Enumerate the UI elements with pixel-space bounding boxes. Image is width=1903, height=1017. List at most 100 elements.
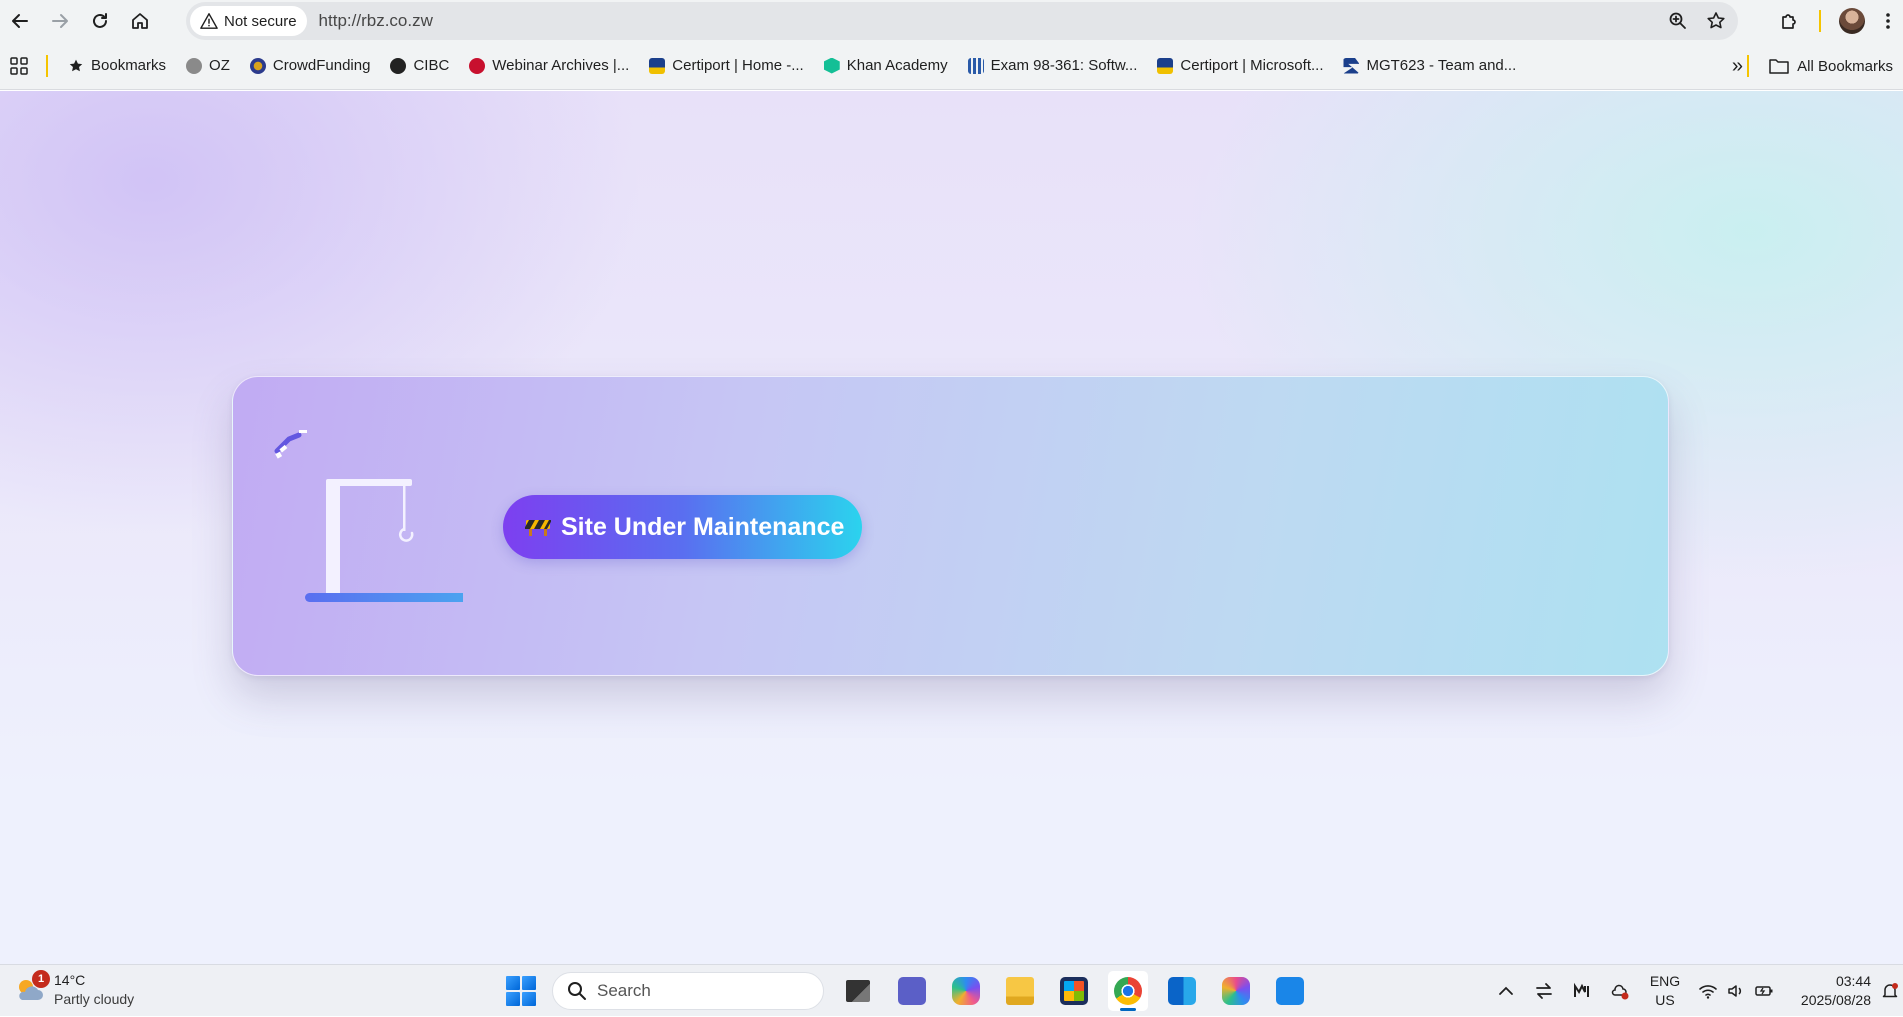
bookmark-item-exam-98-361[interactable]: Exam 98-361: Softw...: [958, 50, 1148, 82]
taskbar-app-chrome[interactable]: [1108, 971, 1148, 1011]
taskbar-app-copilot[interactable]: [946, 971, 986, 1011]
phone-link-icon: [1276, 977, 1304, 1005]
taskbar-app-outlook[interactable]: [1162, 971, 1202, 1011]
bookmark-item-oz[interactable]: OZ: [176, 50, 240, 82]
taskbar-app-phone-link[interactable]: [1270, 971, 1310, 1011]
notifications-button[interactable]: [1877, 982, 1903, 1000]
oz-favicon: [186, 57, 203, 74]
clock-date: 2025/08/28: [1800, 992, 1871, 1008]
maintenance-status-label: Site Under Maintenance: [561, 512, 845, 541]
back-arrow-icon: [12, 14, 28, 28]
reload-button[interactable]: [80, 1, 120, 41]
start-button[interactable]: [504, 974, 538, 1008]
sparkle-icon: [274, 430, 307, 459]
bookmark-item-crowdfunding[interactable]: CrowdFunding: [240, 50, 381, 82]
more-bookmarks-button[interactable]: »: [1732, 42, 1743, 90]
windows-logo-tile: [506, 992, 520, 1006]
forward-button[interactable]: [40, 1, 80, 41]
warning-icon: [200, 13, 218, 29]
weather-condition: Partly cloudy: [54, 991, 135, 1007]
outlook-icon: [1168, 977, 1196, 1005]
bookmark-item-khan-academy[interactable]: Khan Academy: [814, 50, 958, 82]
cloud-error-icon: [1611, 984, 1629, 1000]
bookmark-item-mgt623[interactable]: MGT623 - Team and...: [1333, 50, 1526, 82]
taskbar-app-teams[interactable]: [892, 971, 932, 1011]
language-label: ENG: [1649, 973, 1681, 989]
double-chevron-right-icon: »: [1731, 54, 1743, 77]
construction-barrier-icon: [525, 520, 551, 536]
clock-time: 03:44: [1835, 973, 1871, 989]
cibc-favicon: [390, 57, 407, 74]
weather-temperature: 14°C: [54, 972, 86, 988]
star-icon: [69, 59, 83, 71]
input-language-button[interactable]: ENG US: [1639, 972, 1691, 1010]
folder-icon: [1769, 59, 1789, 74]
show-hidden-icons-button[interactable]: [1487, 982, 1525, 1000]
copilot-icon: [952, 977, 980, 1005]
kebab-menu-icon: [1886, 13, 1890, 29]
mail-app-icon: [1574, 982, 1589, 997]
bookmark-label: Bookmarks: [91, 57, 167, 74]
taskbar-clock[interactable]: 03:44 2025/08/28: [1781, 972, 1871, 1010]
reload-icon: [93, 13, 107, 28]
m365-icon: [1222, 977, 1250, 1005]
certiport-favicon: [1157, 57, 1174, 74]
maintenance-card: Site Under Maintenance: [232, 376, 1669, 676]
address-bar[interactable]: Not secure http://rbz.co.zw: [186, 2, 1738, 40]
region-label: US: [1655, 992, 1675, 1008]
security-indicator[interactable]: Not secure: [190, 6, 307, 36]
khan-academy-favicon: [823, 57, 840, 74]
webinar-favicon: [469, 57, 486, 74]
tray-cloud-error-button[interactable]: [1601, 982, 1639, 1000]
profile-avatar[interactable]: [1839, 8, 1865, 34]
bookmark-label: Webinar Archives |...: [492, 57, 630, 74]
puzzle-icon: [1782, 14, 1796, 29]
quick-settings-button[interactable]: [1691, 982, 1781, 1000]
chrome-icon: [1114, 977, 1142, 1005]
bookmark-label: OZ: [209, 57, 230, 74]
bookmark-label: Certiport | Home -...: [672, 57, 804, 74]
zoom-icon[interactable]: [1668, 11, 1688, 31]
tray-transfer-icon-button[interactable]: [1525, 982, 1563, 1000]
bookmark-item-cibc[interactable]: CIBC: [380, 50, 459, 82]
bookmark-star-icon[interactable]: [1706, 11, 1726, 31]
windows-logo-tile: [506, 976, 520, 990]
apps-grid-icon: [10, 56, 28, 75]
file-explorer-icon: [846, 980, 870, 1002]
taskbar-search[interactable]: Search: [552, 972, 824, 1010]
volume-icon: [1728, 985, 1742, 997]
url-text[interactable]: http://rbz.co.zw: [319, 11, 433, 31]
taskbar-app-store[interactable]: [1054, 971, 1094, 1011]
home-button[interactable]: [120, 1, 160, 41]
system-tray: ENG US 03:44 2025/08/28: [1487, 965, 1903, 1017]
forward-arrow-icon: [52, 14, 68, 28]
taskbar-app-folder[interactable]: [1000, 971, 1040, 1011]
bookmarks-divider: [46, 54, 48, 77]
battery-icon: [1755, 986, 1773, 996]
wifi-icon: [1699, 985, 1717, 999]
apps-button[interactable]: [4, 56, 34, 75]
bookmark-label: Exam 98-361: Softw...: [990, 57, 1138, 74]
bookmark-item-bookmarks[interactable]: Bookmarks: [58, 50, 176, 82]
windows-logo-tile: [522, 976, 536, 990]
transfer-arrows-icon: [1536, 983, 1552, 999]
extensions-button[interactable]: [1769, 1, 1809, 41]
taskbar-app-file-explorer[interactable]: [838, 971, 878, 1011]
crowdfunding-favicon: [249, 57, 266, 74]
home-icon: [132, 13, 148, 29]
bookmark-label: MGT623 - Team and...: [1366, 57, 1517, 74]
chevron-up-icon: [1499, 986, 1513, 995]
tray-app-icon-button[interactable]: [1563, 982, 1601, 1000]
store-icon: [1060, 977, 1088, 1005]
menu-button[interactable]: [1873, 1, 1903, 41]
exam-favicon: [967, 57, 984, 74]
all-bookmarks-button[interactable]: All Bookmarks: [1747, 42, 1903, 90]
back-button[interactable]: [0, 1, 40, 41]
bookmark-label: Khan Academy: [846, 57, 948, 74]
bookmark-item-webinar-archives[interactable]: Webinar Archives |...: [459, 50, 639, 82]
taskbar-app-m365[interactable]: [1216, 971, 1256, 1011]
weather-widget[interactable]: 1 14°C Partly cloudy: [14, 970, 135, 1009]
bookmark-item-certiport-microsoft[interactable]: Certiport | Microsoft...: [1147, 50, 1333, 82]
bookmark-item-certiport-home[interactable]: Certiport | Home -...: [639, 50, 813, 82]
bookmark-label: CIBC: [413, 57, 450, 74]
